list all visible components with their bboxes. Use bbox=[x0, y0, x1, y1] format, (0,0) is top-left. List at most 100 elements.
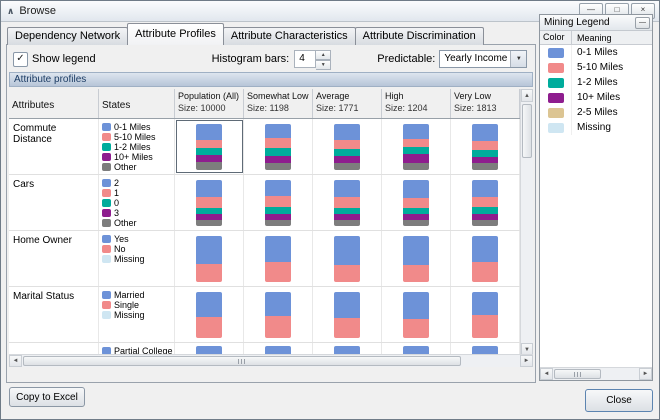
histogram-bars-spinner[interactable]: 4 ▲ ▼ bbox=[294, 50, 332, 70]
horizontal-scroll-thumb[interactable] bbox=[23, 356, 462, 366]
legend-horizontal-scrollbar[interactable]: ◄ ► bbox=[540, 367, 652, 380]
vertical-scrollbar[interactable]: ▲ ▼ bbox=[520, 89, 533, 356]
column-header-very-low[interactable]: Very Low Size: 1813 bbox=[451, 89, 520, 118]
state-item: Missing bbox=[102, 310, 171, 320]
histogram-cell[interactable] bbox=[313, 175, 382, 230]
column-title: Population (All) bbox=[178, 91, 240, 101]
tab-attribute-characteristics[interactable]: Attribute Characteristics bbox=[222, 27, 356, 45]
legend-row-5-10-miles[interactable]: 5-10 Miles bbox=[540, 60, 652, 75]
column-title: Somewhat Low bbox=[247, 91, 309, 101]
histogram-cell[interactable] bbox=[313, 119, 382, 174]
histogram-cell[interactable] bbox=[175, 175, 244, 230]
column-header-high[interactable]: High Size: 1204 bbox=[382, 89, 451, 118]
histogram-segment bbox=[196, 124, 222, 140]
column-title: Average bbox=[316, 91, 350, 101]
histogram-segment bbox=[472, 206, 498, 214]
state-item: 10+ Miles bbox=[102, 152, 171, 162]
tab-dependency-network[interactable]: Dependency Network bbox=[7, 27, 129, 45]
histogram-cell[interactable] bbox=[451, 287, 520, 342]
state-label: 1 bbox=[114, 188, 120, 198]
histogram-cell[interactable] bbox=[382, 287, 451, 342]
histogram-cell[interactable] bbox=[244, 287, 313, 342]
horizontal-scrollbar[interactable]: ◄ ► bbox=[9, 354, 533, 367]
attribute-name-cell[interactable]: Cars bbox=[9, 175, 99, 230]
histogram-cell[interactable] bbox=[175, 287, 244, 342]
histogram-cell[interactable] bbox=[451, 175, 520, 230]
horizontal-scroll-track[interactable] bbox=[22, 355, 520, 367]
histogram-segment bbox=[265, 180, 291, 197]
histogram-segment bbox=[265, 196, 291, 208]
scroll-right-button[interactable]: ► bbox=[520, 355, 533, 367]
histogram-bar bbox=[472, 124, 498, 170]
spinner-down-button[interactable]: ▼ bbox=[316, 60, 332, 70]
attribute-name-cell[interactable]: Commute Distance bbox=[9, 119, 99, 174]
histogram-cell[interactable] bbox=[451, 119, 520, 174]
legend-row-10-miles[interactable]: 10+ Miles bbox=[540, 90, 652, 105]
histogram-segment bbox=[472, 261, 498, 282]
attribute-profiles-caption: Attribute profiles bbox=[9, 72, 533, 87]
histogram-cell[interactable] bbox=[244, 175, 313, 230]
attribute-name-cell[interactable]: Marital Status bbox=[9, 287, 99, 342]
histogram-segment bbox=[472, 124, 498, 142]
legend-scroll-track[interactable] bbox=[553, 368, 639, 380]
column-size: Size: 1204 bbox=[385, 103, 428, 113]
state-color-chip bbox=[102, 209, 111, 217]
histogram-cell[interactable] bbox=[313, 287, 382, 342]
scroll-left-button[interactable]: ◄ bbox=[9, 355, 22, 367]
legend-scroll-thumb[interactable] bbox=[554, 369, 602, 379]
tab-strip: Dependency Network Attribute Profiles Attr… bbox=[7, 23, 484, 45]
histogram-cell[interactable] bbox=[244, 119, 313, 174]
histogram-segment bbox=[403, 265, 429, 282]
histogram-segment bbox=[265, 219, 291, 226]
state-item: Other bbox=[102, 162, 171, 172]
legend-row-missing[interactable]: Missing bbox=[540, 120, 652, 135]
histogram-segment bbox=[334, 140, 360, 149]
state-color-chip bbox=[102, 189, 111, 197]
legend-minimize-button[interactable]: — bbox=[635, 16, 650, 29]
histogram-cell[interactable] bbox=[382, 231, 451, 286]
histogram-cell[interactable] bbox=[175, 119, 244, 174]
histogram-segment bbox=[403, 236, 429, 266]
histogram-cell[interactable] bbox=[313, 231, 382, 286]
vertical-scroll-thumb[interactable] bbox=[522, 104, 532, 158]
state-label: Other bbox=[114, 162, 137, 172]
spinner-up-button[interactable]: ▲ bbox=[316, 50, 332, 60]
column-header-attributes[interactable]: Attributes bbox=[9, 89, 99, 118]
legend-row-2-5-miles[interactable]: 2-5 Miles bbox=[540, 105, 652, 120]
vertical-scroll-track[interactable] bbox=[521, 102, 533, 343]
legend-row-1-2-miles[interactable]: 1-2 Miles bbox=[540, 75, 652, 90]
close-button[interactable]: Close bbox=[585, 389, 653, 412]
histogram-segment bbox=[403, 154, 429, 163]
column-header-average[interactable]: Average Size: 1771 bbox=[313, 89, 382, 118]
histogram-cell[interactable] bbox=[244, 231, 313, 286]
legend-row-0-1-miles[interactable]: 0-1 Miles bbox=[540, 45, 652, 60]
attribute-name-cell[interactable]: Home Owner bbox=[9, 231, 99, 286]
predictable-dropdown[interactable]: Yearly Income ▼ bbox=[439, 50, 528, 68]
histogram-segment bbox=[196, 139, 222, 148]
copy-to-excel-button[interactable]: Copy to Excel bbox=[9, 387, 85, 407]
histogram-cell[interactable] bbox=[451, 231, 520, 286]
legend-color-swatch bbox=[547, 77, 564, 88]
column-header-population-all[interactable]: Population (All) Size: 10000 bbox=[175, 89, 244, 118]
histogram-segment bbox=[472, 315, 498, 338]
tab-attribute-profiles[interactable]: Attribute Profiles bbox=[127, 23, 224, 45]
show-legend-checkbox[interactable]: ✓ bbox=[13, 51, 28, 67]
histogram-cell[interactable] bbox=[382, 175, 451, 230]
legend-meaning-column-header: Meaning bbox=[577, 32, 612, 43]
histogram-segment bbox=[472, 219, 498, 226]
legend-scroll-right-button[interactable]: ► bbox=[639, 368, 652, 380]
histogram-cell[interactable] bbox=[382, 119, 451, 174]
column-header-states[interactable]: States bbox=[99, 89, 175, 118]
column-header-somewhat-low[interactable]: Somewhat Low Size: 1198 bbox=[244, 89, 313, 118]
state-color-chip bbox=[102, 199, 111, 207]
histogram-segment bbox=[334, 317, 360, 338]
scroll-up-button[interactable]: ▲ bbox=[521, 89, 533, 102]
histogram-cell[interactable] bbox=[175, 231, 244, 286]
legend-scroll-left-button[interactable]: ◄ bbox=[540, 368, 553, 380]
tab-attribute-discrimination[interactable]: Attribute Discrimination bbox=[354, 27, 484, 45]
histogram-bar bbox=[403, 124, 429, 170]
legend-color-cell bbox=[540, 120, 572, 135]
dropdown-arrow-icon[interactable]: ▼ bbox=[510, 51, 527, 67]
legend-color-swatch bbox=[547, 122, 564, 133]
column-header-row: Attributes States Population (All) Size: 10… bbox=[9, 89, 520, 119]
